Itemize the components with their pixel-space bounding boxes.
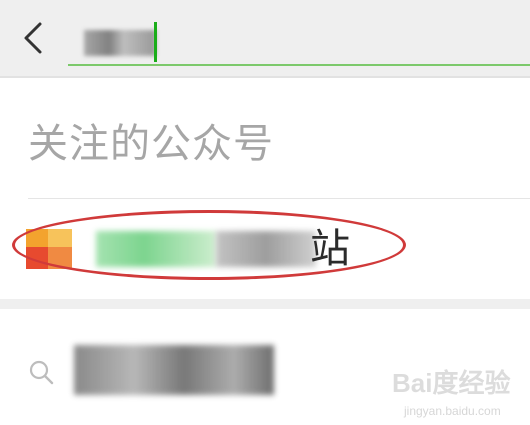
search-input-underline [68,64,530,66]
search-icon [29,360,54,385]
watermark-url: jingyan.baidu.com [404,404,501,418]
account-name-redacted-gray [216,231,316,267]
chevron-left-icon [24,22,42,54]
account-name: 站 [96,223,356,275]
search-input[interactable] [68,18,530,66]
watermark-logo: Bai度经验 [392,368,511,398]
baidu-jingyan-watermark: Bai度经验 jingyan.baidu.com [392,366,522,422]
section-gap [0,299,530,309]
account-name-redacted-green [96,231,216,267]
official-account-item[interactable]: 站 [0,199,530,299]
search-query-redacted [84,30,156,56]
search-header [0,0,530,76]
text-caret [154,22,157,62]
account-avatar [26,229,72,269]
back-button[interactable] [20,20,50,56]
search-suggestion-redacted [74,345,274,395]
header-divider [0,76,530,78]
section-title: 关注的公众号 [28,121,274,167]
account-name-suffix: 站 [310,226,350,272]
